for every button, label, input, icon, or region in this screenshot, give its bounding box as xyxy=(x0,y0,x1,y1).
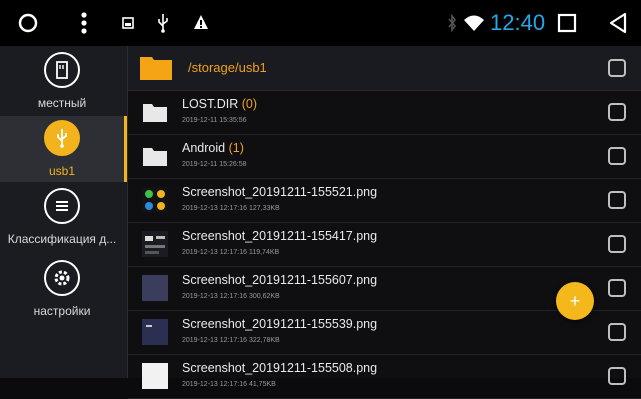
row-checkbox[interactable] xyxy=(608,191,626,209)
folder-icon xyxy=(143,104,167,122)
list-item[interactable]: Screenshot_20191211-155539.png 2019-12-1… xyxy=(128,311,641,355)
alert-icon xyxy=(194,15,208,29)
back-triangle-icon[interactable] xyxy=(608,12,628,34)
sidebar-item-label: настройки xyxy=(33,304,91,318)
file-meta: 2019-12-11 15:26:58 xyxy=(182,161,247,168)
settings-gear-icon xyxy=(44,260,80,296)
path-bar: /storage/usb1 xyxy=(128,46,641,91)
sidebar-item-settings[interactable]: настройки xyxy=(0,260,124,324)
sd-card-icon xyxy=(122,17,134,29)
file-name: LOST.DIR (0) xyxy=(182,97,258,111)
sidebar-item-label: Классификация д... xyxy=(7,232,117,246)
image-thumbnail xyxy=(142,187,168,213)
image-thumbnail xyxy=(142,363,168,389)
usb-icon xyxy=(158,14,168,33)
file-meta: 2019-12-11 15:35:56 xyxy=(182,117,247,124)
file-meta: 2019-12-13 12:17:16 127,33KB xyxy=(182,205,280,212)
sidebar-item-label: usb1 xyxy=(48,164,76,178)
file-name: Android (1) xyxy=(182,141,244,155)
list-item[interactable]: LOST.DIR (0) 2019-12-11 15:35:56 xyxy=(128,91,641,135)
row-checkbox[interactable] xyxy=(608,103,626,121)
folder-icon xyxy=(143,148,167,166)
current-path: /storage/usb1 xyxy=(188,60,267,75)
file-name: Screenshot_20191211-155417.png xyxy=(182,229,378,243)
file-meta: 2019-12-13 12:17:16 322,78KB xyxy=(182,337,280,344)
usb-icon xyxy=(44,120,80,156)
circle-home-icon[interactable] xyxy=(18,13,38,33)
file-name: Screenshot_20191211-155539.png xyxy=(182,317,378,331)
sidebar-item-local[interactable]: местный xyxy=(0,52,124,116)
file-meta: 2019-12-13 12:17:16 41,75KB xyxy=(182,381,276,388)
file-name: Screenshot_20191211-155508.png xyxy=(182,361,378,375)
file-meta: 2019-12-13 12:17:16 300,62KB xyxy=(182,293,280,300)
status-clock: 12:40 xyxy=(490,10,546,35)
sidebar-item-classification[interactable]: Классификация д... xyxy=(0,188,124,252)
list-item[interactable]: Android (1) 2019-12-11 15:26:58 xyxy=(128,135,641,179)
file-name: Screenshot_20191211-155521.png xyxy=(182,185,378,199)
image-thumbnail xyxy=(142,231,168,257)
select-all-checkbox[interactable] xyxy=(608,59,626,77)
status-bar: 12:40 xyxy=(0,0,641,46)
list-icon xyxy=(44,188,80,224)
list-item[interactable]: Screenshot_20191211-155521.png 2019-12-1… xyxy=(128,179,641,223)
row-checkbox[interactable] xyxy=(608,367,626,385)
more-vert-icon[interactable] xyxy=(80,11,88,35)
file-meta: 2019-12-13 12:17:16 119,74KB xyxy=(182,249,280,256)
file-list-panel: /storage/usb1 LOST.DIR (0) 2019-12-11 15… xyxy=(128,46,641,399)
row-checkbox[interactable] xyxy=(608,279,626,297)
sidebar-item-label: местный xyxy=(37,96,87,110)
row-checkbox[interactable] xyxy=(608,235,626,253)
row-checkbox[interactable] xyxy=(608,323,626,341)
image-thumbnail xyxy=(142,319,168,345)
file-name: Screenshot_20191211-155607.png xyxy=(182,273,378,287)
wifi-icon xyxy=(464,15,484,31)
folder-icon xyxy=(140,57,172,80)
sd-card-icon xyxy=(44,52,80,88)
recents-square-icon[interactable] xyxy=(557,13,577,33)
image-thumbnail xyxy=(142,275,168,301)
sidebar: местный usb1 Классификация д... настройк… xyxy=(0,46,127,378)
sidebar-item-usb1[interactable]: usb1 xyxy=(0,116,124,182)
row-checkbox[interactable] xyxy=(608,147,626,165)
add-fab-button[interactable]: + xyxy=(556,282,594,320)
list-item[interactable]: Screenshot_20191211-155417.png 2019-12-1… xyxy=(128,223,641,267)
list-item[interactable]: Screenshot_20191211-155508.png 2019-12-1… xyxy=(128,355,641,399)
bluetooth-icon xyxy=(448,14,457,32)
